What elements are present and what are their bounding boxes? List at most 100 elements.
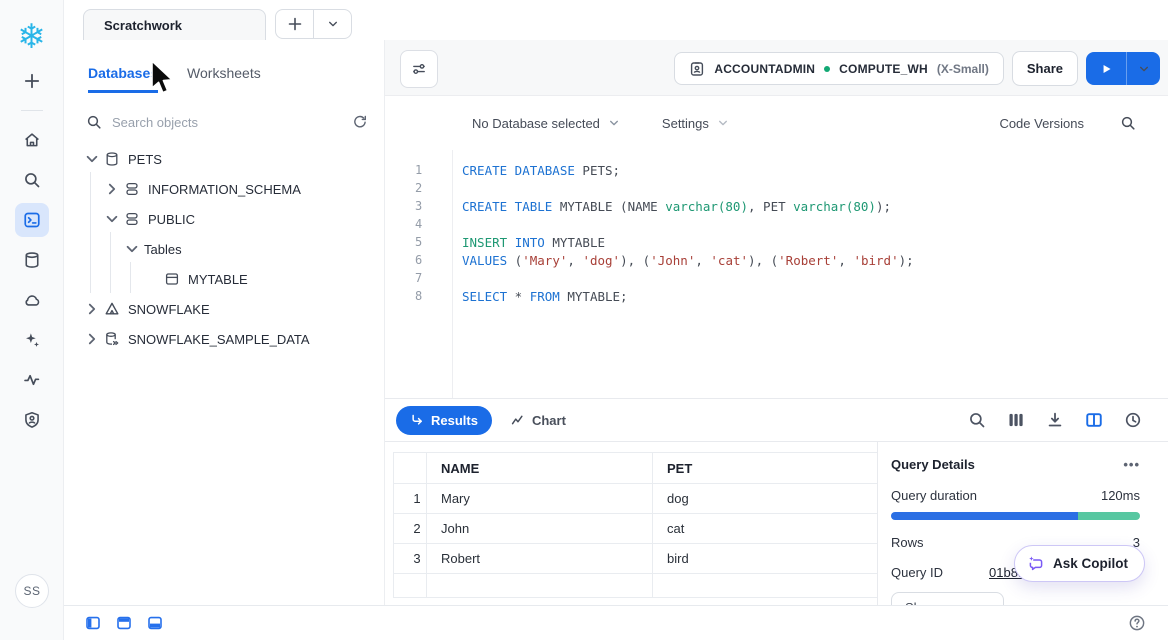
tab-databases[interactable]: Databases — [88, 65, 158, 93]
object-search — [86, 110, 368, 134]
table-cell[interactable]: John — [427, 514, 653, 544]
role-label: ACCOUNTADMIN — [714, 62, 815, 76]
tree-guide — [130, 262, 131, 293]
tab-results[interactable]: Results — [396, 406, 492, 435]
worksheet-toolbar: ACCOUNTADMIN COMPUTE_WH (X-Small) Share — [385, 40, 1168, 96]
tree-item-information_schema[interactable]: INFORMATION_SCHEMA — [64, 174, 384, 204]
table-cell[interactable]: cat — [653, 514, 879, 544]
play-icon — [1099, 62, 1113, 76]
table-row-empty — [394, 574, 879, 598]
refresh-icon[interactable] — [352, 114, 368, 130]
toggle-details-panel-icon[interactable] — [1085, 411, 1103, 429]
rows-label: Rows — [891, 535, 924, 550]
columns-view-icon[interactable] — [1007, 411, 1025, 429]
tree-item-mytable[interactable]: MYTABLE — [64, 264, 384, 294]
database-selector[interactable]: No Database selected — [472, 116, 620, 131]
run-button-group — [1086, 52, 1160, 85]
row-number: 2 — [394, 514, 427, 544]
chevron-right-icon — [84, 301, 100, 317]
tree-item-snowflake[interactable]: SNOWFLAKE — [64, 294, 384, 324]
worksheet-main: ACCOUNTADMIN COMPUTE_WH (X-Small) Share … — [385, 40, 1168, 606]
query-history-icon[interactable] — [1124, 411, 1142, 429]
sidebar-tabs: Databases Worksheets — [88, 65, 261, 93]
cloud-icon — [23, 291, 41, 309]
tab-worksheets[interactable]: Worksheets — [187, 65, 261, 93]
tree-item-pets[interactable]: PETS — [64, 144, 384, 174]
new-tab-button[interactable] — [276, 10, 313, 38]
rail-data-button[interactable] — [15, 243, 49, 277]
results-actions — [968, 411, 1142, 429]
copilot-icon — [1027, 555, 1045, 573]
line-number: 5 — [385, 235, 452, 249]
sliders-icon — [411, 61, 427, 77]
rail-projects-worksheets-button[interactable] — [15, 203, 49, 237]
run-options-button[interactable] — [1126, 52, 1160, 85]
tab-scratchwork[interactable]: Scratchwork — [83, 9, 266, 40]
chevron-spacer — [144, 271, 160, 287]
rail-governance-button[interactable] — [15, 403, 49, 437]
user-avatar[interactable]: SS — [15, 574, 49, 608]
column-header-pet[interactable]: PET — [653, 453, 879, 484]
rail-home-button[interactable] — [15, 123, 49, 157]
tree-item-public[interactable]: PUBLIC — [64, 204, 384, 234]
toggle-left-panel-icon[interactable] — [85, 615, 101, 631]
tree-item-label: PUBLIC — [148, 212, 195, 227]
ai-icon — [23, 331, 41, 349]
search-objects-input[interactable] — [110, 114, 344, 131]
rail-ai-ml-button[interactable] — [15, 323, 49, 357]
chevron-right-icon — [104, 181, 120, 197]
plus-icon — [287, 16, 303, 32]
tree-item-tables[interactable]: Tables — [64, 234, 384, 264]
rail-search-button[interactable] — [15, 163, 49, 197]
table-cell[interactable]: dog — [653, 484, 879, 514]
new-tab-group — [275, 9, 352, 39]
chevron-down-icon — [124, 241, 140, 257]
editor-search-icon[interactable] — [1120, 115, 1136, 131]
database-icon — [104, 151, 120, 167]
rail-create-button[interactable] — [15, 64, 49, 98]
chart-label: Chart — [532, 413, 566, 428]
tree-item-label: MYTABLE — [188, 272, 248, 287]
download-results-icon[interactable] — [1046, 411, 1064, 429]
gutter-divider — [452, 150, 453, 398]
help-icon[interactable] — [1128, 614, 1146, 632]
code-line-4: 4 — [385, 215, 1168, 233]
projects-icon — [23, 211, 41, 229]
sql-editor[interactable]: 1CREATE DATABASE PETS;23CREATE TABLE MYT… — [385, 150, 1168, 399]
tree-item-label: PETS — [128, 152, 162, 167]
tab-chart[interactable]: Chart — [511, 413, 566, 428]
tree-item-snowflake_sample_data[interactable]: SNOWFLAKE_SAMPLE_DATA — [64, 324, 384, 354]
ellipsis-icon[interactable]: ••• — [1123, 457, 1140, 472]
toggle-bottom-panel-icon[interactable] — [147, 615, 163, 631]
query-id-label: Query ID — [891, 565, 943, 580]
column-header-name[interactable]: NAME — [427, 453, 653, 484]
table-row: 2Johncat — [394, 514, 879, 544]
run-button[interactable] — [1086, 52, 1126, 85]
code-versions-button[interactable]: Code Versions — [999, 116, 1084, 131]
ask-copilot-button[interactable]: Ask Copilot — [1014, 545, 1145, 582]
share-button[interactable]: Share — [1012, 51, 1078, 86]
table-cell[interactable]: Robert — [427, 544, 653, 574]
query-details-title: Query Details — [891, 457, 975, 472]
table-cell[interactable]: Mary — [427, 484, 653, 514]
editor-settings-dropdown[interactable]: Settings — [662, 116, 729, 131]
data-icon — [23, 251, 41, 269]
rail-activity-button[interactable] — [15, 363, 49, 397]
context-selector[interactable]: ACCOUNTADMIN COMPUTE_WH (X-Small) — [674, 52, 1004, 85]
return-arrow-icon — [410, 413, 424, 427]
app-database-icon — [104, 301, 120, 317]
table-cell[interactable]: bird — [653, 544, 879, 574]
show-more-button[interactable]: Show more — [891, 592, 1004, 605]
rail-cloud-button[interactable] — [15, 283, 49, 317]
query-details-header: Query Details ••• — [891, 457, 1140, 472]
toggle-top-panel-icon[interactable] — [116, 615, 132, 631]
snowflake-logo-icon[interactable]: ❄ — [15, 20, 49, 54]
table-header-row: NAMEPET — [394, 453, 879, 484]
format-query-button[interactable] — [400, 50, 438, 88]
schema-icon — [124, 181, 140, 197]
schema-icon — [124, 211, 140, 227]
row-number: 1 — [394, 484, 427, 514]
tree-item-label: INFORMATION_SCHEMA — [148, 182, 301, 197]
tab-list-button[interactable] — [313, 10, 351, 38]
search-results-icon[interactable] — [968, 411, 986, 429]
